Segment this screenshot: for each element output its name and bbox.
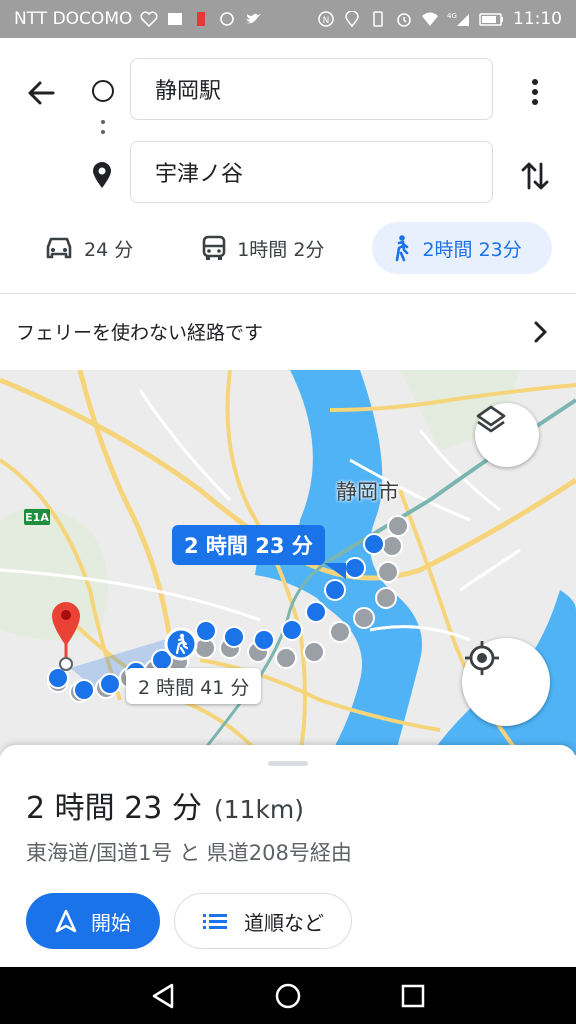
clock-time: 11:10	[513, 9, 562, 29]
cellular-signal-icon: 4G	[447, 11, 471, 27]
network-type: 4G	[447, 12, 457, 20]
start-button[interactable]: 開始	[26, 893, 160, 949]
destination-marker-icon	[52, 602, 80, 671]
route-dot	[195, 620, 217, 642]
notification-icon	[166, 11, 184, 27]
selected-route-label[interactable]: 2 時間 23 分	[172, 525, 325, 565]
directions-header: 静岡駅 宇津ノ谷 24 分 1時間 2分 2時間 23分	[0, 38, 576, 293]
alt-route-dot	[375, 587, 397, 609]
more-options-button[interactable]	[520, 72, 550, 112]
crosshair-icon	[465, 641, 499, 675]
heart-monitor-icon	[140, 11, 158, 28]
driving-time: 24 分	[84, 238, 134, 261]
swap-arrows-icon	[521, 162, 549, 190]
route-dot	[99, 673, 121, 695]
app-icon	[218, 11, 236, 27]
carrier-name: NTT DOCOMO	[14, 9, 133, 29]
vibrate-icon	[369, 11, 387, 27]
bus-icon	[202, 235, 226, 260]
chevron-right-icon	[534, 321, 547, 343]
route-summary-sheet[interactable]: 2 時間 23 分 (11km) 東海道/国道1号 と 県道208号経由 開始 …	[0, 745, 576, 967]
route-dot	[305, 601, 327, 623]
battery-icon	[479, 11, 505, 27]
back-triangle-icon[interactable]	[148, 981, 178, 1011]
tab-driving[interactable]: 24 分	[28, 222, 149, 274]
alt-route-dot	[329, 621, 351, 643]
route-dot	[253, 629, 275, 651]
wifi-icon	[421, 11, 439, 27]
layers-icon	[476, 405, 506, 433]
home-circle-icon[interactable]	[273, 981, 303, 1011]
route-notice[interactable]: フェリーを使わない経路です	[0, 293, 576, 369]
transit-time: 1時間 2分	[237, 238, 325, 261]
route-label-pointer	[324, 563, 346, 579]
route-dot	[73, 679, 95, 701]
start-label: 開始	[91, 910, 131, 935]
system-nav-bar	[0, 967, 576, 1024]
route-dot	[223, 626, 245, 648]
layers-button[interactable]	[475, 403, 539, 467]
alarm-icon	[395, 11, 413, 27]
route-dot	[344, 557, 366, 579]
walking-time: 2時間 23分	[422, 238, 522, 261]
alt-route-dot	[381, 535, 403, 557]
steps-label: 道順など	[244, 910, 324, 935]
svg-text:N: N	[323, 16, 330, 26]
distance-text: (11km)	[213, 795, 305, 824]
location-icon	[343, 10, 361, 28]
status-bar: NTT DOCOMO N 4G 11:10	[0, 0, 576, 38]
steps-button[interactable]: 道順など	[174, 893, 352, 949]
highway-badge: E1A	[24, 509, 50, 525]
destination-pin-icon	[90, 160, 114, 190]
navigation-arrow-icon	[55, 909, 77, 933]
origin-circle-icon	[92, 80, 114, 102]
arrow-left-icon	[28, 81, 55, 105]
destination-field[interactable]: 宇津ノ谷	[130, 141, 493, 203]
alternate-route-label[interactable]: 2 時間 41 分	[126, 668, 262, 704]
swap-button[interactable]	[518, 156, 552, 196]
route-dot	[324, 579, 346, 601]
route-via: 東海道/国道1号 と 県道208号経由	[26, 841, 352, 865]
alt-route-dot	[387, 515, 409, 537]
duration-text: 2 時間 23 分	[26, 791, 202, 826]
alt-route-dot	[353, 607, 375, 629]
origin-text: 静岡駅	[155, 79, 222, 104]
destination-text: 宇津ノ谷	[155, 162, 244, 187]
list-icon	[203, 914, 227, 929]
back-button[interactable]	[22, 74, 60, 112]
nfc-icon: N	[317, 11, 335, 27]
route-duration: 2 時間 23 分 (11km)	[26, 783, 304, 827]
walking-person-icon	[164, 627, 198, 661]
notice-text: フェリーを使わない経路です	[16, 322, 264, 344]
twitter-icon	[244, 11, 262, 27]
alt-route-dot	[275, 647, 297, 669]
route-connector-dots	[100, 120, 106, 142]
city-label: 静岡市	[336, 480, 399, 504]
recents-square-icon[interactable]	[398, 981, 428, 1011]
battery-alert-icon	[192, 11, 210, 27]
drag-handle[interactable]	[268, 761, 308, 766]
alt-route-dot	[303, 641, 325, 663]
travel-mode-tabs: 24 分 1時間 2分 2時間 23分	[0, 220, 576, 276]
route-dot	[363, 533, 385, 555]
origin-field[interactable]: 静岡駅	[130, 58, 493, 120]
walk-icon	[396, 235, 409, 262]
map-view[interactable]: E1A 静岡市 2 時間 23 分 2 時間 41 分	[0, 370, 576, 755]
tab-walking[interactable]: 2時間 23分	[372, 222, 553, 274]
tab-transit[interactable]: 1時間 2分	[185, 222, 340, 274]
alt-route-dot	[377, 561, 399, 583]
car-icon	[46, 237, 72, 259]
my-location-button[interactable]	[462, 638, 550, 726]
route-dot	[281, 619, 303, 641]
